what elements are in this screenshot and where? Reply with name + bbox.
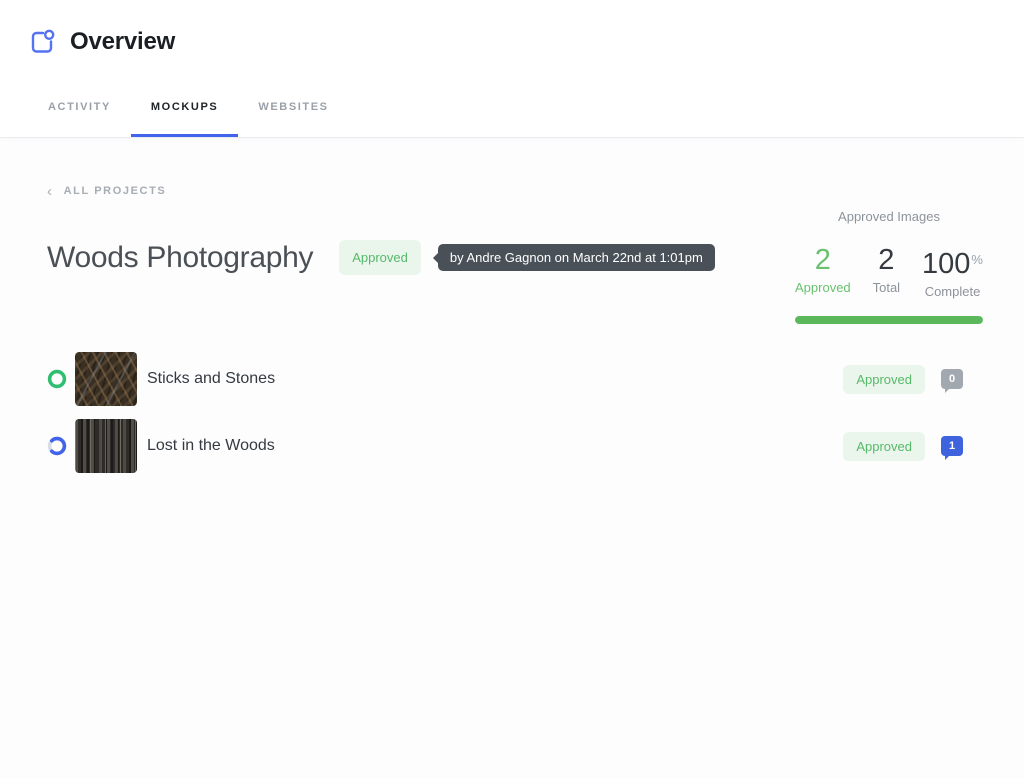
tab-websites[interactable]: WEBSITES (238, 101, 348, 137)
stat-complete: 100% Complete (922, 245, 983, 299)
mockup-thumbnail[interactable] (75, 352, 137, 406)
comment-count-badge[interactable]: 0 (941, 369, 963, 389)
mockup-row-lost-in-the-woods[interactable]: Lost in the Woods Approved 1 (47, 419, 963, 473)
comment-count: 0 (949, 373, 955, 385)
stat-complete-label: Complete (922, 284, 983, 299)
stat-total: 2 Total (873, 245, 900, 299)
stat-complete-unit: % (971, 252, 983, 267)
breadcrumb-label: ALL PROJECTS (64, 185, 167, 197)
approval-tooltip: by Andre Gagnon on March 22nd at 1:01pm (438, 244, 715, 271)
top-header: Overview ACTIVITY MOCKUPS WEBSITES (0, 0, 1024, 138)
comment-count: 1 (949, 440, 955, 452)
breadcrumb-all-projects[interactable]: ‹ ALL PROJECTS (47, 185, 166, 197)
stat-approved: 2 Approved (795, 245, 851, 299)
approved-ring-icon (47, 369, 67, 389)
page-title: Overview (70, 28, 175, 56)
stat-approved-label: Approved (795, 280, 851, 295)
content-area: ‹ ALL PROJECTS Woods Photography Approve… (0, 139, 1024, 779)
mockup-row-sticks-and-stones[interactable]: Sticks and Stones Approved 0 (47, 352, 963, 406)
tab-mockups[interactable]: MOCKUPS (131, 101, 238, 137)
overview-icon (28, 28, 56, 56)
progress-bar-track (795, 316, 983, 324)
project-status-badge[interactable]: Approved (339, 240, 421, 275)
stats-row: 2 Approved 2 Total 100% Complete (795, 245, 983, 299)
app-window: Overview ACTIVITY MOCKUPS WEBSITES ‹ ALL… (0, 0, 1024, 779)
partial-progress-ring-icon (47, 436, 67, 456)
chevron-left-icon: ‹ (47, 186, 54, 197)
tab-bar: ACTIVITY MOCKUPS WEBSITES (28, 101, 349, 137)
stats-title: Approved Images (795, 209, 983, 224)
mockup-name[interactable]: Lost in the Woods (147, 437, 275, 455)
mockup-list: Sticks and Stones Approved 0 Lost in the… (47, 352, 963, 486)
mockup-thumbnail[interactable] (75, 419, 137, 473)
stat-total-value: 2 (873, 245, 900, 275)
mockup-name[interactable]: Sticks and Stones (147, 370, 275, 388)
comment-count-badge[interactable]: 1 (941, 436, 963, 456)
project-title-row: Woods Photography Approved by Andre Gagn… (47, 240, 715, 275)
mockup-status-badge[interactable]: Approved (843, 365, 925, 394)
mockup-status-badge[interactable]: Approved (843, 432, 925, 461)
brand-row: Overview (28, 28, 175, 56)
progress-bar-fill (795, 316, 983, 324)
stat-approved-value: 2 (795, 245, 851, 275)
stat-complete-value: 100 (922, 248, 970, 280)
stat-total-label: Total (873, 280, 900, 295)
approved-images-stats: Approved Images 2 Approved 2 Total 100% … (795, 209, 983, 324)
project-name: Woods Photography (47, 241, 313, 275)
tab-activity[interactable]: ACTIVITY (28, 101, 131, 137)
